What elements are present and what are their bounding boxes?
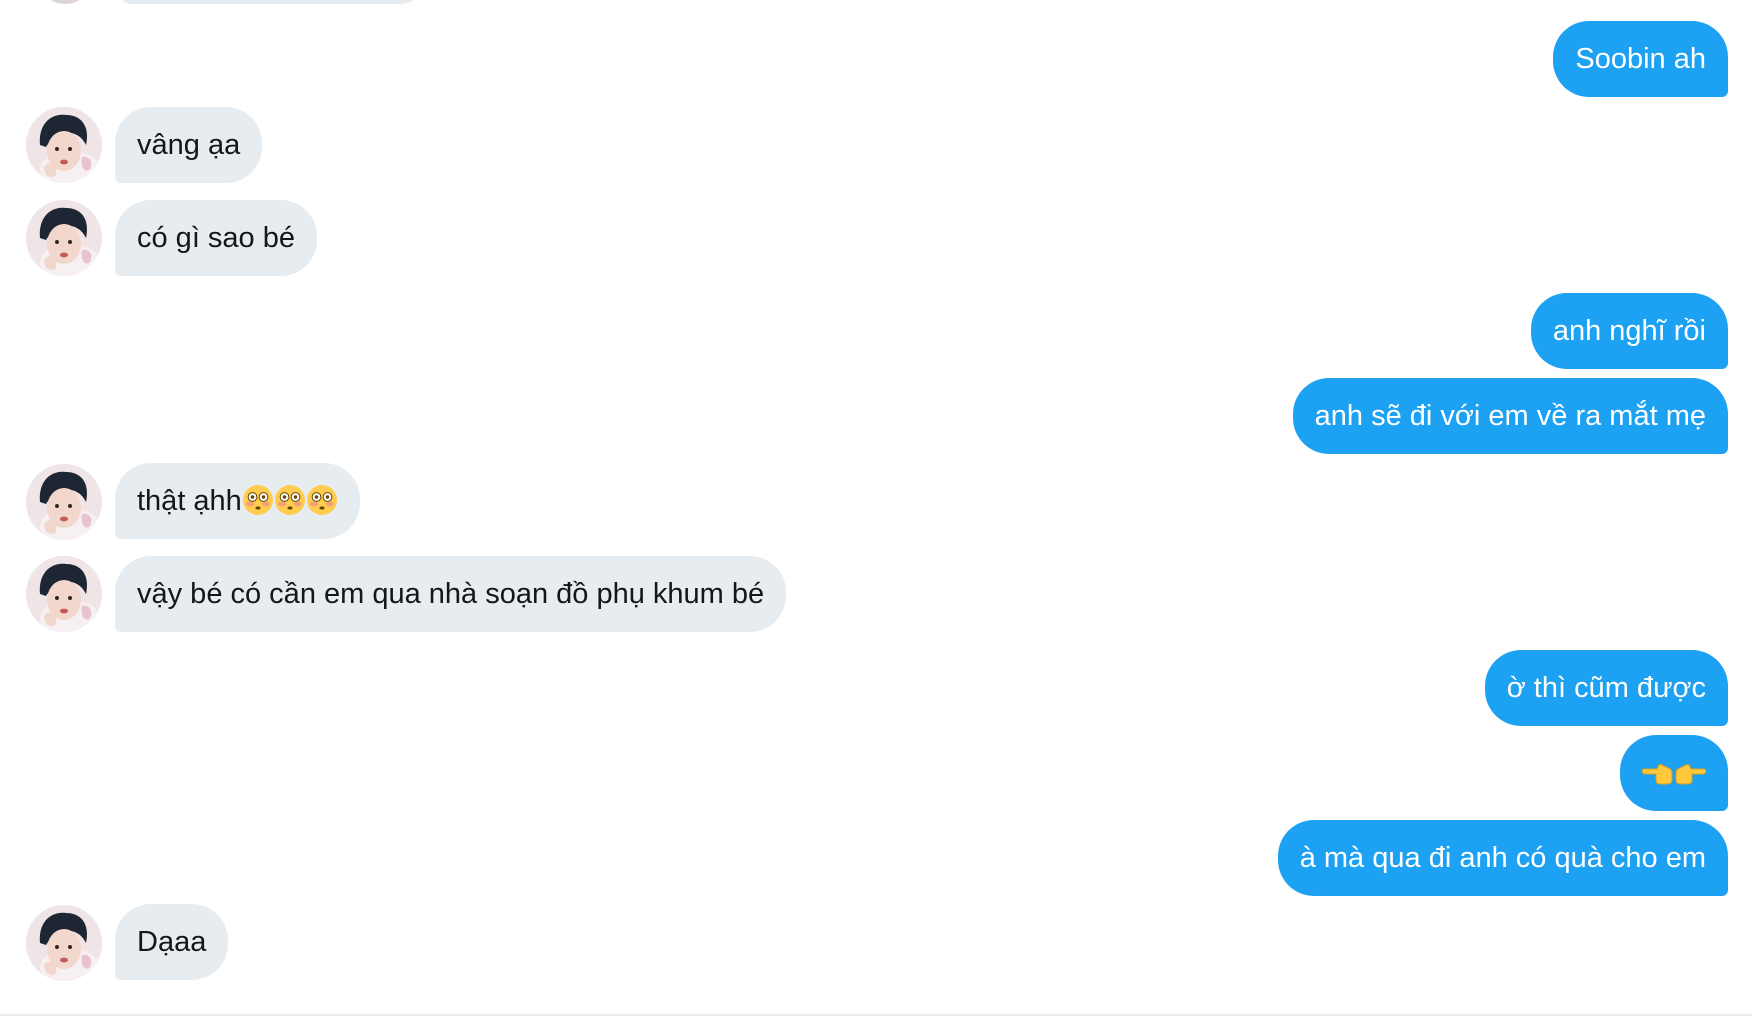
message-bubble-outgoing[interactable] [1620,735,1728,811]
message-text: Soobin ah [1575,43,1706,75]
message-bubble-outgoing[interactable]: ờ thì cũm được [1484,650,1728,726]
message-bubble-incoming[interactable]: vâng ạa [115,107,263,183]
message-text: ờ thì cũm được [1506,672,1706,704]
message-text: vâng ạa [137,129,241,161]
profile-photo-icon [26,107,102,183]
profile-photo-icon [26,200,102,276]
profile-photo-icon [26,556,102,632]
message-text: Dạaa [137,926,207,958]
flushed-face-icon [274,484,306,516]
avatar[interactable] [26,464,102,540]
avatar[interactable] [26,200,102,276]
profile-photo-icon [26,905,102,981]
message-bubble-incoming [115,0,420,4]
message-text: có gì sao bé [137,222,295,254]
message-bubble-outgoing[interactable]: Soobin ah [1553,21,1728,97]
message-bubble-incoming[interactable]: Dạaa [115,904,229,980]
message-bubble-incoming[interactable]: vậy bé có cần em qua nhà soạn đồ phụ khu… [115,556,787,632]
avatar [40,0,90,4]
message-text: thật ạhh [137,485,242,517]
message-text: à mà qua đi anh có quà cho em [1299,842,1706,874]
message-bubble-outgoing[interactable]: anh nghĩ rồi [1530,293,1728,369]
message-bubble-incoming[interactable]: thật ạhh [115,463,360,539]
message-bubble-incoming[interactable]: có gì sao bé [115,200,317,276]
message-text: anh sẽ đi với em về ra mắt mẹ [1314,400,1706,432]
profile-photo-icon [26,464,102,540]
conversation-thread: Soobin ah vâng ạa có gì sao bé anh nghĩ … [0,0,1752,1024]
message-text: anh nghĩ rồi [1552,315,1706,347]
pointing-left-hand-icon [1642,756,1674,788]
avatar[interactable] [26,556,102,632]
message-bubble-outgoing[interactable]: à mà qua đi anh có quà cho em [1277,820,1728,896]
flushed-face-icon [306,484,338,516]
flushed-face-icon [242,484,274,516]
message-bubble-outgoing[interactable]: anh sẽ đi với em về ra mắt mẹ [1292,378,1728,454]
divider [0,1014,1752,1016]
message-text: vậy bé có cần em qua nhà soạn đồ phụ khu… [137,578,765,610]
avatar[interactable] [26,905,102,981]
pointing-right-hand-icon [1674,756,1706,788]
avatar[interactable] [26,107,102,183]
